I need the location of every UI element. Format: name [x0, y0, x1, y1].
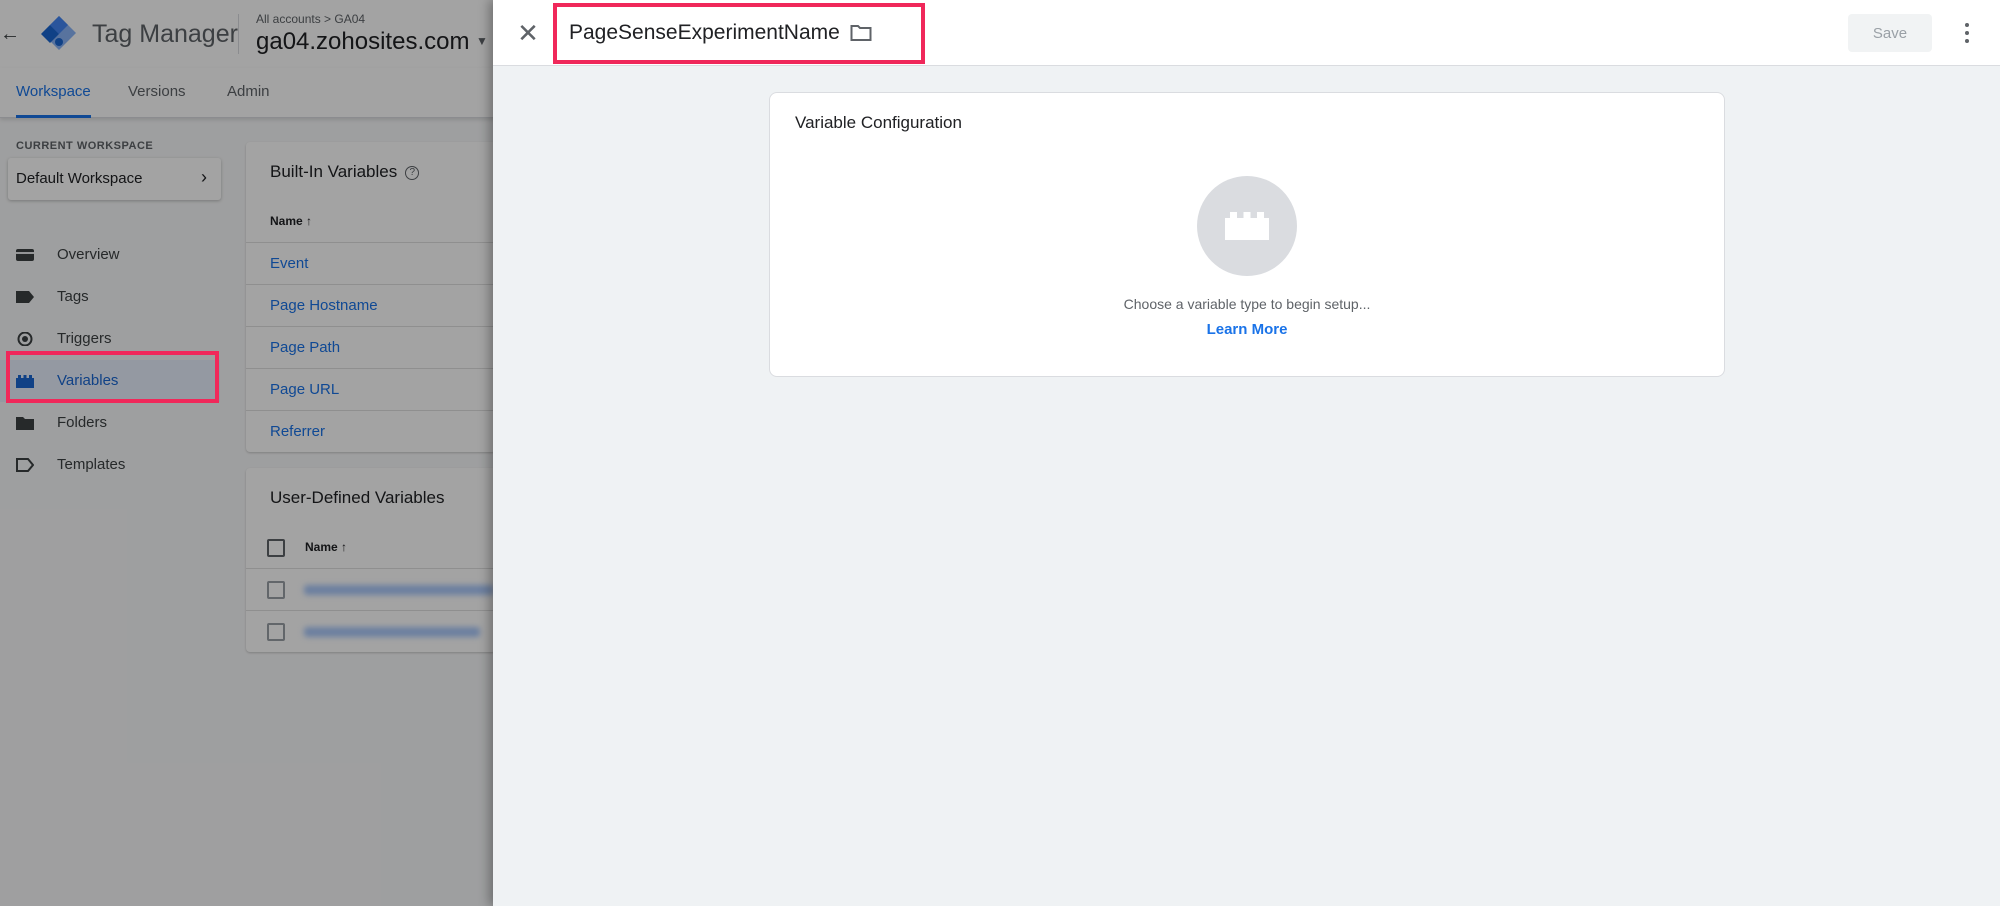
highlight-box-variable-name	[553, 3, 925, 64]
config-title: Variable Configuration	[795, 113, 962, 132]
close-icon[interactable]: ✕	[513, 18, 543, 48]
choose-type-hint: Choose a variable type to begin setup...	[1123, 296, 1371, 312]
variable-brick-icon	[1225, 212, 1269, 240]
more-vert-icon[interactable]	[1957, 18, 1977, 48]
variable-editor-sheet: ✕ PageSenseExperimentName Save Variable …	[493, 0, 2000, 906]
variable-configuration-card: Variable Configuration Choose a variable…	[769, 92, 1725, 377]
save-button[interactable]: Save	[1848, 14, 1932, 52]
choose-variable-type-button[interactable]	[1197, 176, 1297, 276]
highlight-box-variables	[6, 351, 219, 403]
learn-more-link[interactable]: Learn More	[770, 321, 1724, 338]
